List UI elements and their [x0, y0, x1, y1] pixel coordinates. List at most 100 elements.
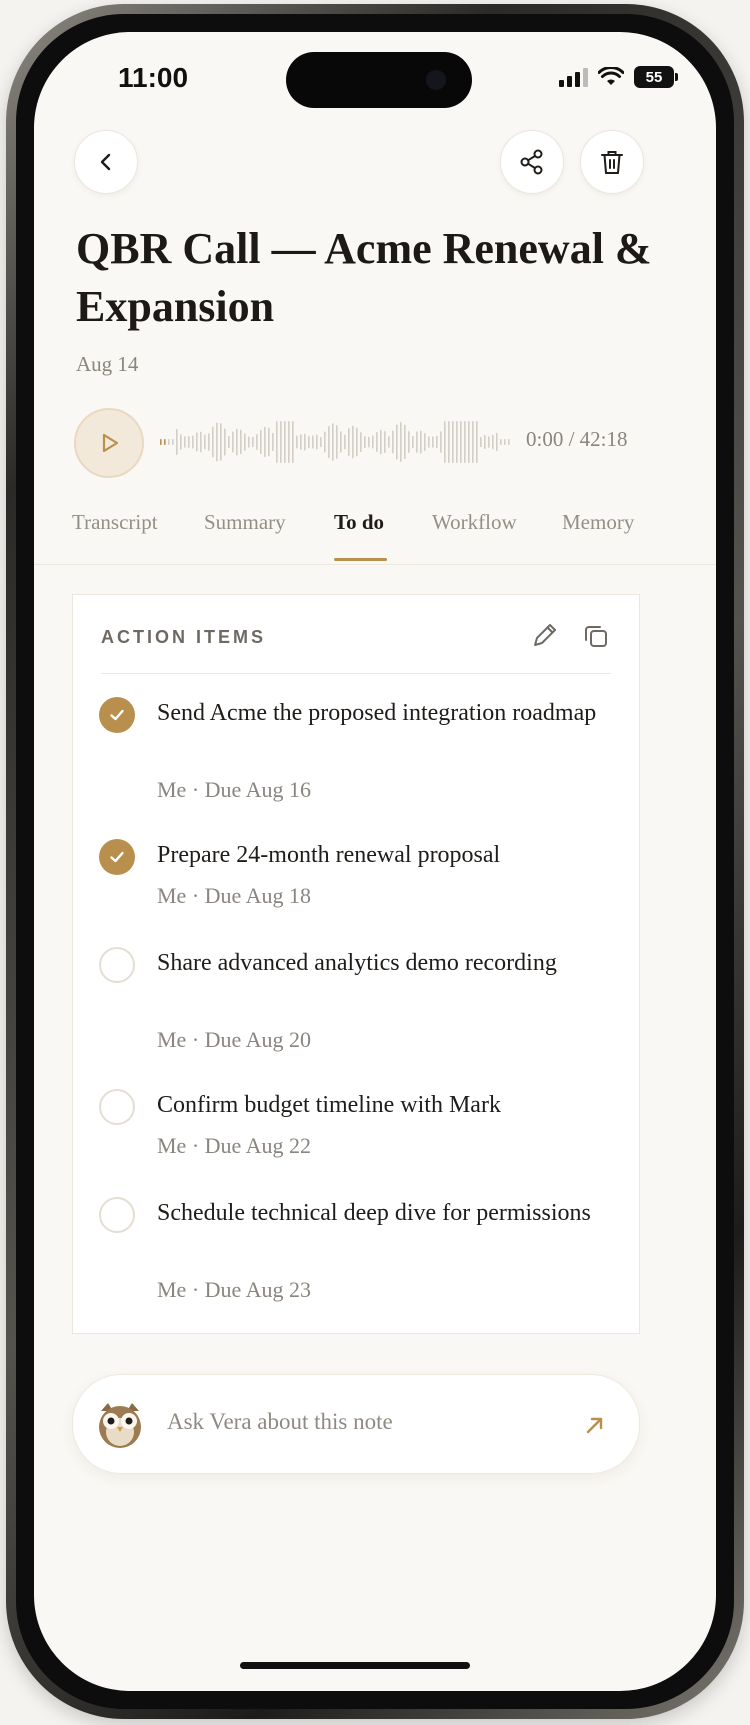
- audio-waveform[interactable]: [158, 412, 510, 472]
- waveform-bar: [200, 431, 202, 453]
- camera-icon: [426, 70, 446, 90]
- copy-icon[interactable]: [581, 621, 611, 651]
- action-item-meta: Me · Due Aug 20: [157, 1027, 311, 1052]
- waveform-bar: [504, 439, 506, 445]
- waveform-bar: [284, 421, 286, 463]
- waveform-bar: [360, 432, 362, 452]
- active-tab-indicator: [334, 558, 387, 561]
- waveform-bar: [508, 439, 510, 445]
- waveform-bar: [184, 436, 186, 448]
- status-time: 11:00: [118, 62, 189, 93]
- checkbox-checked[interactable]: [99, 697, 135, 733]
- waveform-bar: [280, 421, 282, 463]
- note-title: QBR Call — Acme Renewal & Expansion: [76, 224, 652, 331]
- waveform-bar: [356, 427, 358, 457]
- action-item-text: Send Acme the proposed integration roadm…: [157, 700, 597, 726]
- delete-button[interactable]: [580, 130, 644, 194]
- waveform-bar: [388, 436, 390, 448]
- waveform-bar: [228, 435, 230, 449]
- screen: 11:00 55 QBR Call — Acme Renewal & Expan…: [34, 32, 716, 1691]
- waveform-bar: [436, 435, 438, 449]
- waveform-bar: [236, 428, 238, 456]
- waveform-bar: [292, 421, 294, 463]
- waveform-bar: [204, 434, 206, 450]
- tab-to-do[interactable]: To do: [334, 510, 384, 535]
- tab-summary[interactable]: Summary: [204, 510, 286, 535]
- waveform-bar: [212, 426, 214, 458]
- waveform-bar: [220, 423, 222, 461]
- waveform-bar: [164, 439, 166, 445]
- action-item-meta: Me · Due Aug 23: [157, 1277, 311, 1302]
- checkbox-unchecked[interactable]: [99, 1089, 135, 1125]
- waveform-bar: [192, 435, 194, 449]
- status-icons: 55: [559, 66, 678, 88]
- battery-icon: 55: [634, 66, 678, 88]
- tab-transcript[interactable]: Transcript: [72, 510, 158, 535]
- waveform-bar: [344, 434, 346, 450]
- waveform-bar: [324, 431, 326, 453]
- waveform-bar: [368, 436, 370, 448]
- waveform-bar: [476, 421, 478, 463]
- checkbox-unchecked[interactable]: [99, 1197, 135, 1233]
- waveform-bar: [468, 421, 470, 463]
- waveform-bar: [264, 426, 266, 458]
- waveform-bar: [472, 421, 474, 463]
- tab-memory[interactable]: Memory: [562, 510, 634, 535]
- waveform-bar: [244, 433, 246, 451]
- card-divider: [101, 673, 611, 674]
- dynamic-island: [286, 52, 472, 108]
- waveform-bar: [408, 431, 410, 453]
- playback-time: 0:00 / 42:18: [526, 427, 628, 451]
- tab-bar: Transcript Summary To do Workflow Memory: [34, 502, 716, 565]
- waveform-bar: [352, 425, 354, 459]
- waveform-bar: [312, 435, 314, 449]
- waveform-bar: [452, 421, 454, 463]
- waveform-bar: [372, 435, 374, 449]
- home-indicator: [240, 1662, 470, 1669]
- waveform-bar: [484, 434, 486, 450]
- action-item-text: Confirm budget timeline with Mark: [157, 1092, 501, 1118]
- ask-vera-input[interactable]: Ask Vera about this note: [167, 1409, 393, 1435]
- waveform-bar: [288, 421, 290, 463]
- waveform-bar: [400, 422, 402, 462]
- waveform-bar: [380, 429, 382, 455]
- waveform-bar: [364, 436, 366, 448]
- waveform-bar: [316, 434, 318, 450]
- waveform-bar: [308, 435, 310, 449]
- waveform-bar: [392, 430, 394, 454]
- waveform-bar: [296, 435, 298, 449]
- action-item-text: Share advanced analytics demo recording: [157, 950, 557, 976]
- waveform-bar: [172, 439, 174, 445]
- waveform-bar: [256, 434, 258, 450]
- share-button[interactable]: [500, 130, 564, 194]
- pencil-icon[interactable]: [529, 619, 561, 651]
- waveform-bar: [252, 436, 254, 448]
- waveform-bar: [384, 431, 386, 453]
- wifi-icon: [598, 67, 624, 85]
- waveform-bar: [424, 432, 426, 452]
- action-item-text: Prepare 24-month renewal proposal: [157, 842, 501, 868]
- waveform-bar: [444, 421, 446, 463]
- waveform-bar: [272, 432, 274, 452]
- play-button[interactable]: [74, 408, 144, 478]
- waveform-bar: [492, 434, 494, 450]
- arrow-up-right-icon[interactable]: [583, 1413, 607, 1437]
- waveform-bar: [232, 431, 234, 453]
- action-item-meta: Me · Due Aug 16: [157, 777, 311, 802]
- tab-workflow[interactable]: Workflow: [432, 510, 517, 535]
- trash-icon: [601, 151, 623, 174]
- owl-avatar-icon: [99, 1403, 141, 1448]
- ask-vera-bar[interactable]: Ask Vera about this note: [72, 1374, 640, 1474]
- waveform-bar: [332, 423, 334, 461]
- back-button[interactable]: [74, 130, 138, 194]
- phone-bezel: 11:00 55 QBR Call — Acme Renewal & Expan…: [16, 14, 734, 1709]
- checkbox-checked[interactable]: [99, 839, 135, 875]
- checkbox-unchecked[interactable]: [99, 947, 135, 983]
- waveform-bar: [396, 424, 398, 460]
- waveform-bar: [336, 425, 338, 459]
- waveform-bar: [248, 436, 250, 448]
- check-icon: [110, 851, 124, 863]
- waveform-bar: [216, 422, 218, 462]
- waveform-bar: [420, 430, 422, 454]
- waveform-bar: [428, 436, 430, 448]
